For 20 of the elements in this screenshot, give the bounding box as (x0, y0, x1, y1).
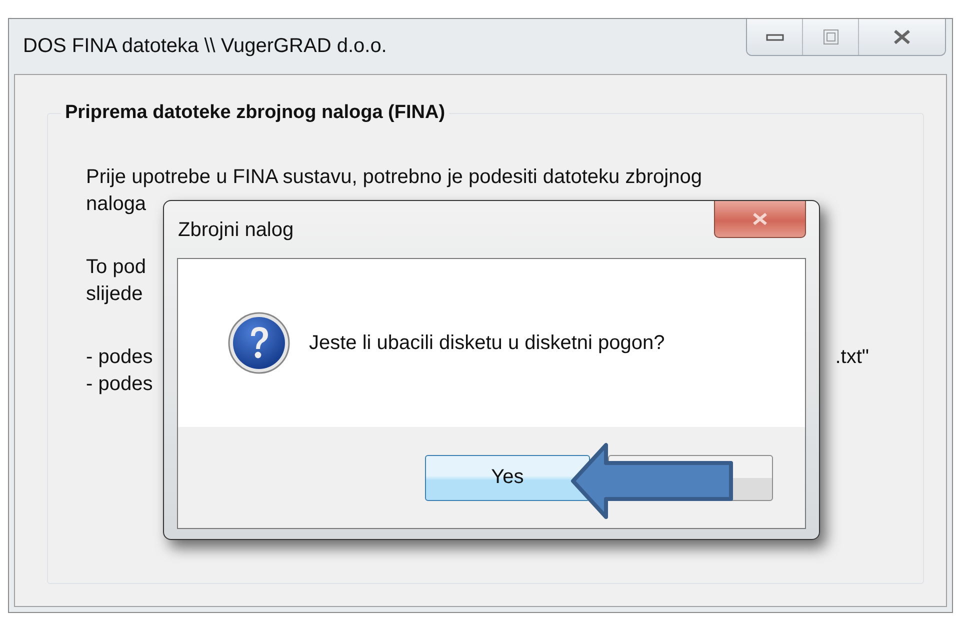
body-text: - podes (86, 345, 153, 370)
close-icon (751, 212, 769, 226)
dialog-title: Zbrojni nalog (178, 219, 294, 242)
question-icon (227, 311, 291, 375)
close-button[interactable] (714, 201, 806, 238)
minimize-icon (766, 32, 784, 42)
body-text: slijede (86, 282, 143, 307)
body-text: - podes (86, 372, 153, 397)
group-title: Priprema datoteke zbrojnog naloga (FINA) (64, 102, 446, 124)
yes-button[interactable]: Yes (425, 454, 590, 500)
body-text: To pod (86, 255, 146, 280)
body-text: naloga (86, 192, 146, 217)
body-text: Prije upotrebe u FINA sustavu, potrebno je podesiti datoteku zbrojnog (86, 165, 702, 190)
body-text: .txt" (835, 345, 869, 370)
close-icon (892, 29, 912, 45)
close-button[interactable] (859, 19, 945, 55)
maximize-icon (822, 29, 838, 45)
dialog-message: Jeste li ubacili disketu u disketni pogon? (309, 332, 665, 354)
window-title: DOS FINA datoteka \\ VugerGRAD d.o.o. (23, 35, 387, 58)
minimize-button[interactable] (747, 19, 803, 55)
